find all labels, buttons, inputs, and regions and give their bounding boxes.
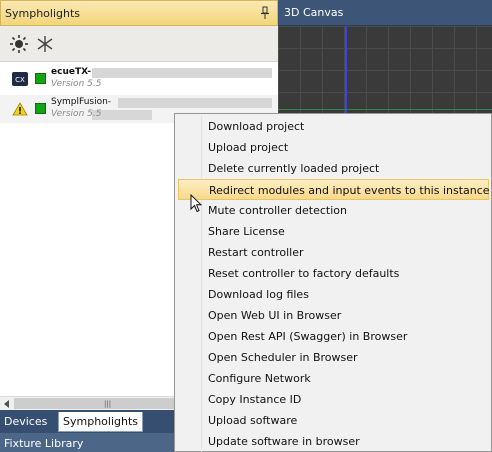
sun-icon[interactable] [8,33,30,55]
menu-item-label: Delete currently loaded project [208,162,380,175]
menu-item-label: Download project [208,120,305,133]
menu-item-download-project[interactable]: Download project [178,116,489,137]
list-item[interactable]: CX ecueTX- Version 5.5 [0,65,278,93]
menu-item-redirect-modules[interactable]: Redirect modules and input events to thi… [178,179,490,200]
status-indicator [35,103,46,114]
tab-devices[interactable]: Devices [0,412,51,432]
menu-item-label: Copy Instance ID [208,393,302,406]
redacted-text [92,68,272,78]
device-name: SymplFusion- [51,97,112,107]
menu-item-label: Upload project [208,141,289,154]
device-name: ecueTX- [51,67,92,77]
menu-item-label: Mute controller detection [208,204,347,217]
menu-item-open-rest-api[interactable]: Open Rest API (Swagger) in Browser [178,326,489,347]
menu-item-upload-project[interactable]: Upload project [178,137,489,158]
redacted-text [118,98,272,108]
menu-item-open-web-ui[interactable]: Open Web UI in Browser [178,305,489,326]
menu-item-restart-controller[interactable]: Restart controller [178,242,489,263]
menu-item-label: Open Scheduler in Browser [208,351,358,364]
menu-item-label: Reset controller to factory defaults [208,267,400,280]
menu-item-label: Update software in browser [208,435,360,448]
device-version: Version 5.5 [51,79,102,89]
grip-icon: ||| [104,400,112,408]
svg-text:CX: CX [15,76,25,84]
canvas-title: 3D Canvas [284,6,344,19]
mouse-cursor-icon [190,194,202,213]
panel-header: Sympholights [0,0,278,26]
menu-item-download-logs[interactable]: Download log files [178,284,489,305]
menu-item-open-scheduler[interactable]: Open Scheduler in Browser [178,347,489,368]
menu-item-label: Restart controller [208,246,304,259]
menu-item-update-software[interactable]: Update software in browser [178,431,489,452]
panel-title: Sympholights [5,7,81,20]
pin-icon[interactable] [259,5,271,21]
menu-item-label: Configure Network [208,372,311,385]
scroll-thumb[interactable]: ||| [14,398,174,409]
horizontal-scrollbar[interactable]: ||| [0,396,186,410]
menu-item-label: Open Rest API (Swagger) in Browser [208,330,408,343]
menu-item-label: Download log files [208,288,309,301]
menu-item-label: Open Web UI in Browser [208,309,342,322]
toolbar [0,26,278,62]
tab-sympholights[interactable]: Sympholights [58,412,144,432]
status-indicator [35,73,46,84]
x-axis-line [278,109,492,110]
menu-item-label: Redirect modules and input events to thi… [209,184,490,197]
scroll-left-icon[interactable] [4,400,9,408]
console-icon: CX [12,72,28,86]
warning-icon [12,102,28,116]
menu-item-factory-reset[interactable]: Reset controller to factory defaults [178,263,489,284]
device-version: Version 5.5 [51,109,102,119]
tab-3d-canvas[interactable]: 3D Canvas [278,0,492,26]
menu-item-label: Upload software [208,414,298,427]
menu-item-configure-network[interactable]: Configure Network [178,368,489,389]
menu-item-copy-instance-id[interactable]: Copy Instance ID [178,389,489,410]
menu-item-share-license[interactable]: Share License [178,221,489,242]
menu-item-upload-software[interactable]: Upload software [178,410,489,431]
context-menu: Download project Upload project Delete c… [174,113,492,452]
crosshair-tool-icon[interactable] [34,33,56,55]
menu-item-label: Share License [208,225,285,238]
fixture-library-title: Fixture Library [4,437,84,450]
menu-item-delete-project[interactable]: Delete currently loaded project [178,158,489,179]
menu-item-mute-detection[interactable]: Mute controller detection [178,200,489,221]
